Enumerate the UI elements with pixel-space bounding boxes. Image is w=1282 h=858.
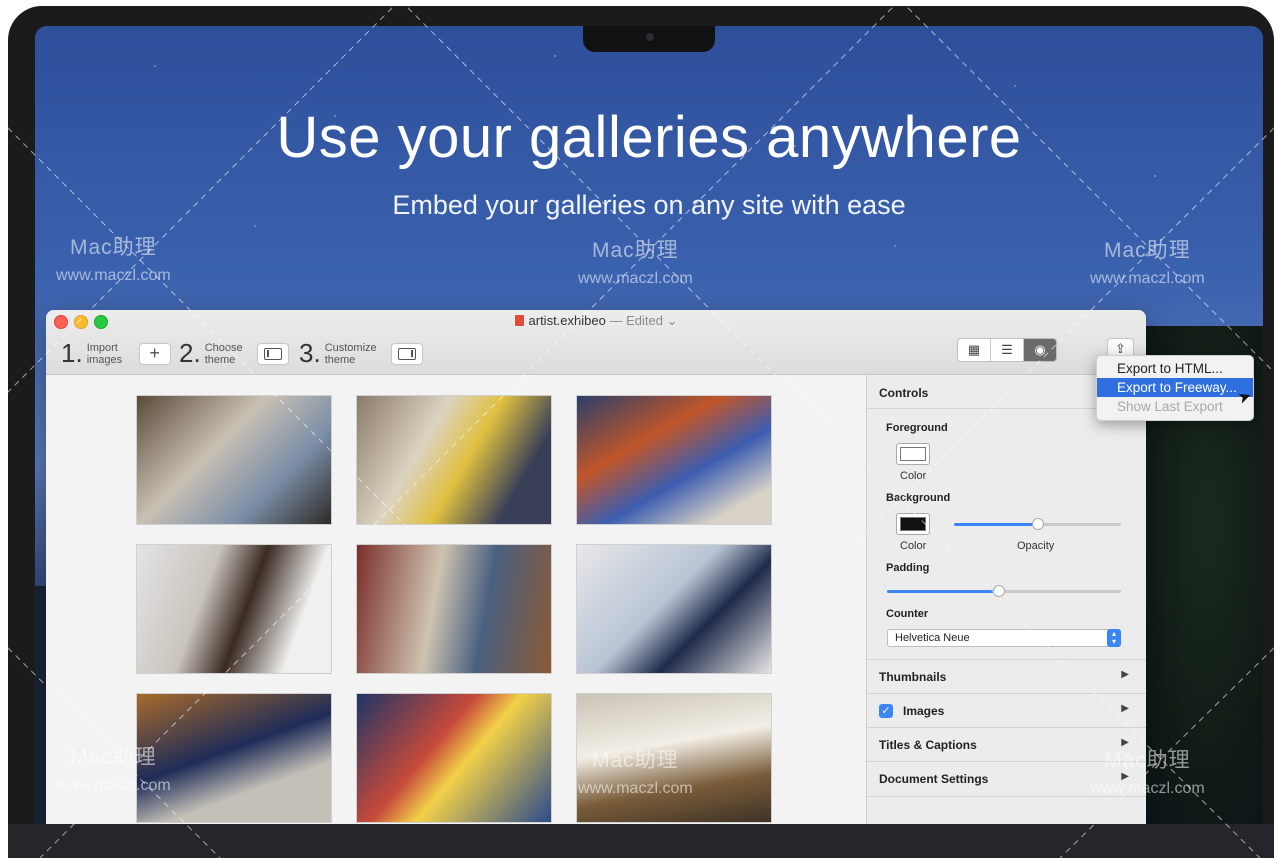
list-view-icon[interactable]: ☰ [991, 339, 1024, 361]
step-number: 2. [179, 338, 201, 368]
controls-title: Controls [879, 386, 929, 400]
opacity-slider-knob[interactable] [1031, 518, 1044, 530]
watermark: Mac助理 www.maczl.com [578, 749, 693, 797]
foreground-label: Foreground [886, 422, 948, 434]
counter-font-select[interactable]: Helvetica Neue ▴ ▾ [887, 629, 1121, 647]
disclosure-triangle-icon[interactable]: ▶ [1121, 669, 1129, 680]
section-label: Titles & Captions [879, 738, 977, 752]
disclosure-triangle-icon[interactable]: ▶ [1121, 703, 1129, 714]
choose-theme-button[interactable] [256, 342, 289, 365]
step-number: 1. [61, 338, 83, 368]
padding-slider[interactable] [887, 585, 1121, 597]
foreground-color-well[interactable] [896, 443, 930, 465]
step-number: 3. [299, 338, 321, 368]
watermark: Mac助理 www.maczl.com [578, 239, 693, 287]
background-color-well[interactable] [896, 513, 930, 535]
hero-subtitle: Embed your galleries on any site with ea… [392, 190, 906, 220]
gallery-photo[interactable] [356, 693, 552, 823]
gallery-photo[interactable] [136, 544, 332, 674]
section-label: Images [903, 704, 945, 718]
opacity-slider-fill [954, 523, 1038, 526]
gallery-photo[interactable] [356, 544, 552, 674]
hero-title: Use your galleries anywhere [276, 105, 1022, 170]
foreground-color-label: Color [900, 470, 927, 482]
gallery-photo[interactable] [356, 395, 552, 525]
window-toolbar: artist.exhibeo — Edited ⌄ 1. Import image… [46, 310, 1146, 375]
images-checkbox[interactable]: ✓ [879, 704, 893, 718]
opacity-label: Opacity [1017, 540, 1055, 552]
camera-notch [583, 26, 715, 52]
watermark: Mac助理 www.maczl.com [56, 746, 171, 794]
plus-icon: + [149, 343, 160, 363]
watermark: Mac助理 www.maczl.com [1090, 749, 1205, 797]
desktop-screen: Use your galleries anywhere Embed your g… [35, 26, 1263, 824]
section-label: Thumbnails [879, 670, 947, 684]
watermark: Mac助理 www.maczl.com [1090, 239, 1205, 287]
chevron-down-icon: ⌄ [666, 313, 678, 328]
section-label: Document Settings [879, 772, 989, 786]
step-label: Customize theme [324, 341, 377, 366]
document-title[interactable]: artist.exhibeo — Edited ⌄ [46, 313, 1146, 329]
background-label: Background [886, 492, 951, 504]
import-images-button[interactable]: + [138, 342, 171, 365]
camera-icon [646, 33, 654, 41]
document-icon [514, 315, 524, 326]
counter-label: Counter [886, 608, 929, 620]
menu-item-show-last-export: Show Last Export [1117, 399, 1223, 414]
menu-item-export-freeway[interactable]: Export to Freeway... [1097, 378, 1253, 397]
section-images[interactable]: ✓ Images ▶ [867, 693, 1146, 728]
grid-view-icon[interactable]: ▦ [958, 339, 991, 361]
padding-label: Padding [886, 562, 930, 574]
watermark: Mac助理 www.maczl.com [56, 236, 171, 284]
laptop-frame: Use your galleries anywhere Embed your g… [8, 6, 1274, 858]
gallery-photo[interactable] [576, 544, 772, 674]
padding-slider-fill [887, 590, 1000, 593]
step-import: 1. Import images + [61, 338, 171, 369]
step-label: Choose theme [204, 341, 243, 366]
sidebar-right-icon [397, 347, 416, 360]
gallery-photo[interactable] [576, 395, 772, 525]
background-color-label: Color [900, 540, 927, 552]
padding-slider-knob[interactable] [993, 585, 1006, 597]
sidebar-left-icon [263, 347, 282, 360]
laptop-bottom-bezel [8, 824, 1274, 858]
view-mode-segmented-control: ▦ ☰ ◉ [957, 338, 1057, 362]
chevron-updown-icon: ▴ ▾ [1107, 629, 1121, 647]
section-thumbnails[interactable]: Thumbnails ▶ [867, 659, 1146, 694]
export-menu: Export to HTML... Export to Freeway... S… [1096, 355, 1254, 421]
step-label: Import images [86, 341, 123, 366]
step-customize-theme: 3. Customize theme [299, 338, 423, 369]
customize-theme-button[interactable] [390, 342, 423, 365]
document-status: — Edited [609, 313, 663, 328]
step-choose-theme: 2. Choose theme [179, 338, 289, 369]
gallery-photo[interactable] [136, 395, 332, 525]
counter-font-value: Helvetica Neue [895, 632, 970, 644]
preview-eye-icon[interactable]: ◉ [1024, 339, 1056, 361]
document-name: artist.exhibeo [528, 313, 606, 328]
opacity-slider[interactable] [954, 518, 1121, 530]
menu-item-export-html[interactable]: Export to HTML... [1097, 359, 1253, 378]
